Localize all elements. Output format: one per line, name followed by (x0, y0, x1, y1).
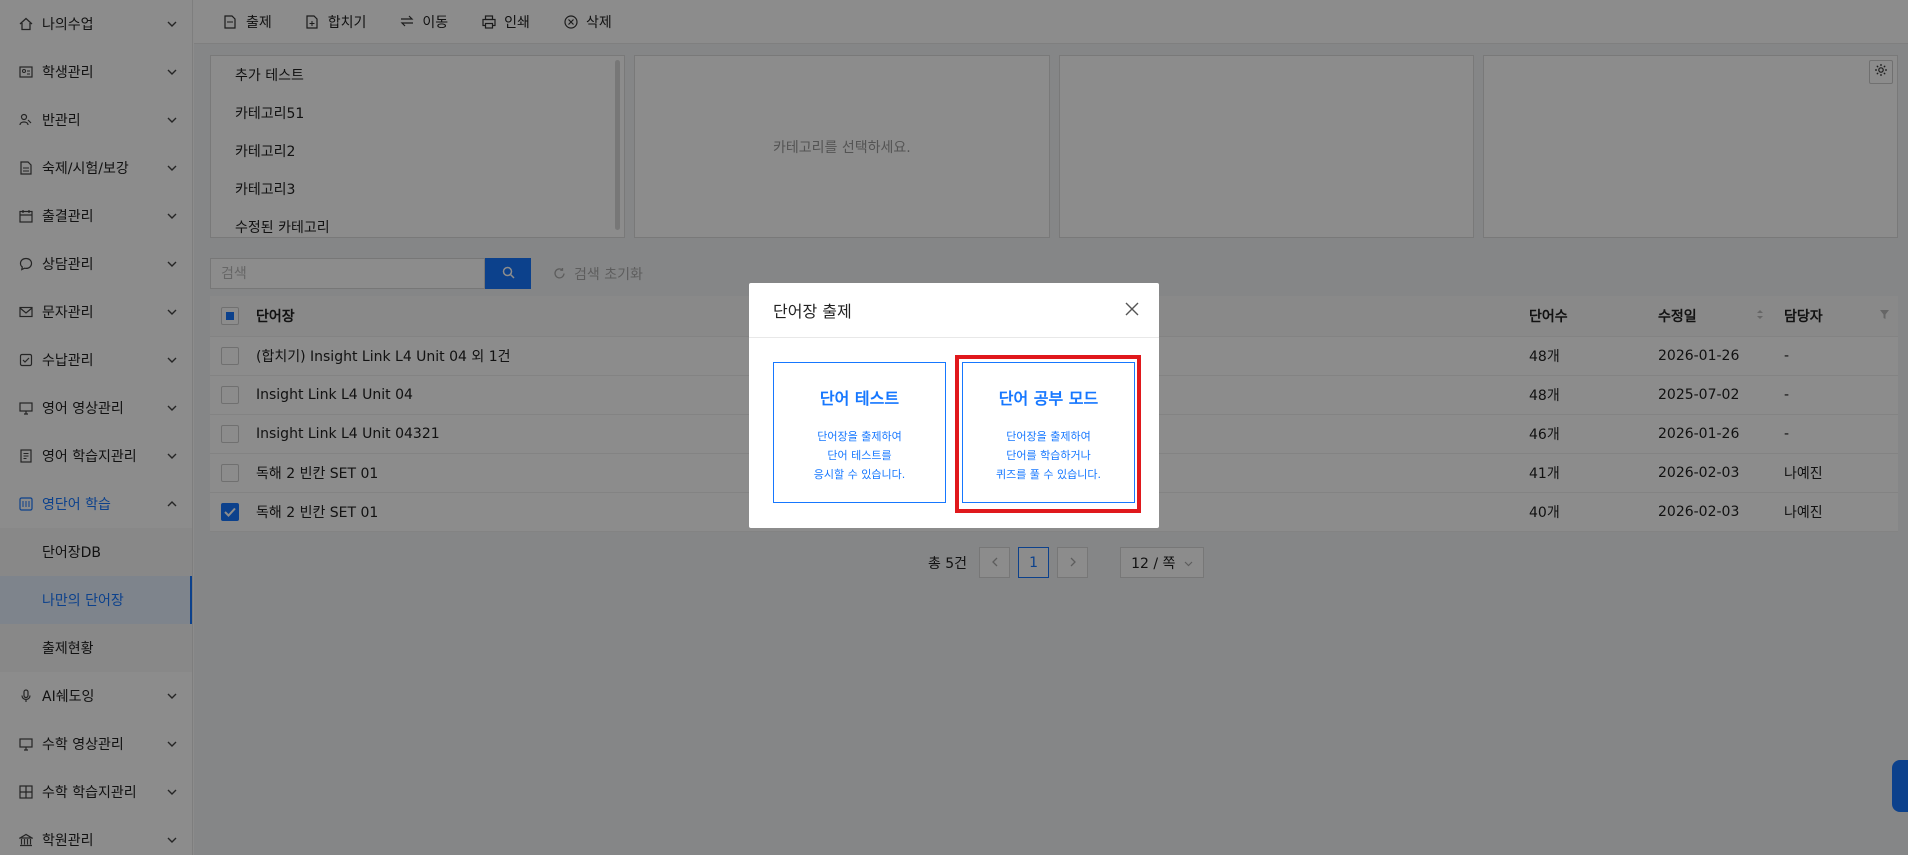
study-mode-description: 단어장을 출제하여 단어를 학습하거나 퀴즈를 풀 수 있습니다. (963, 427, 1134, 484)
desc-line: 퀴즈를 풀 수 있습니다. (995, 468, 1102, 481)
close-icon[interactable] (1125, 302, 1141, 318)
desc-line: 단어를 학습하거나 (1006, 449, 1091, 462)
modal-header: 단어장 출제 (749, 283, 1159, 338)
assign-modal: 단어장 출제 단어 테스트 단어장을 출제하여 단어 테스트를 응시할 수 있습… (749, 283, 1159, 528)
modal-title: 단어장 출제 (773, 302, 852, 321)
word-test-description: 단어장을 출제하여 단어 테스트를 응시할 수 있습니다. (774, 427, 945, 484)
study-mode-option[interactable]: 단어 공부 모드 단어장을 출제하여 단어를 학습하거나 퀴즈를 풀 수 있습니… (962, 362, 1135, 503)
desc-line: 단어 테스트를 (827, 449, 892, 462)
study-mode-title: 단어 공부 모드 (998, 389, 1099, 408)
desc-line: 단어장을 출제하여 (817, 430, 902, 443)
word-test-option[interactable]: 단어 테스트 단어장을 출제하여 단어 테스트를 응시할 수 있습니다. (773, 362, 946, 503)
desc-line: 응시할 수 있습니다. (813, 468, 906, 481)
word-test-title: 단어 테스트 (819, 389, 900, 408)
desc-line: 단어장을 출제하여 (1006, 430, 1091, 443)
